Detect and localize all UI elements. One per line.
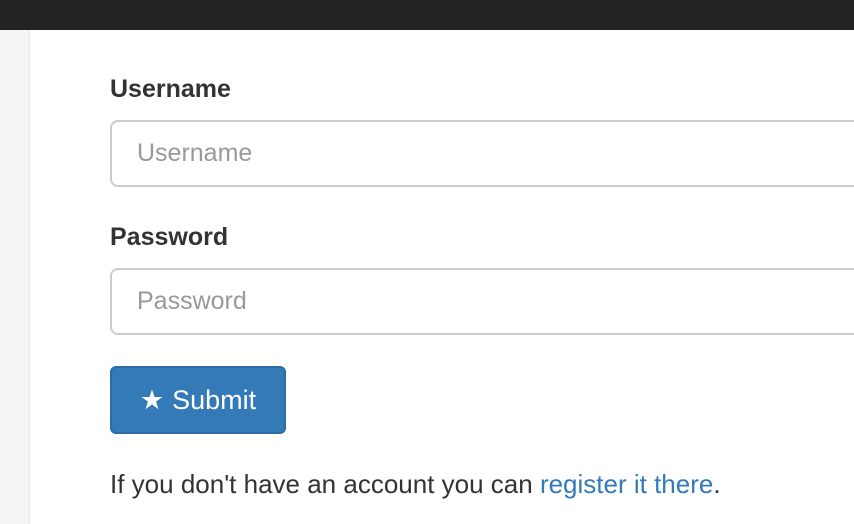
password-input[interactable] (110, 268, 854, 335)
username-input[interactable] (110, 120, 854, 187)
top-navbar (0, 0, 854, 30)
submit-button[interactable]: ★ Submit (110, 366, 286, 434)
username-label: Username (110, 75, 231, 103)
password-label: Password (110, 223, 229, 251)
sidebar (0, 30, 30, 524)
register-link[interactable]: register it there (540, 469, 713, 499)
register-text: If you don't have an account you can (110, 469, 540, 499)
register-end: . (713, 469, 721, 499)
submit-label: Submit (172, 384, 257, 415)
register-prompt: If you don't have an account you can reg… (110, 469, 721, 500)
star-icon: ★ (139, 384, 165, 415)
